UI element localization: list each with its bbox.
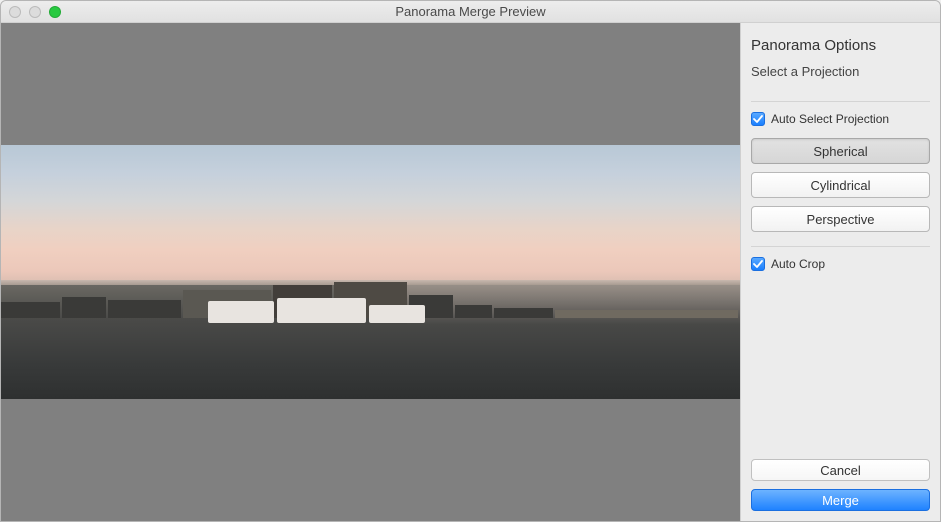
merge-label: Merge: [822, 493, 859, 508]
zoom-window-button[interactable]: [49, 6, 61, 18]
projection-cylindrical-button[interactable]: Cylindrical: [751, 172, 930, 198]
window-title: Panorama Merge Preview: [395, 4, 545, 19]
auto-select-projection-row[interactable]: Auto Select Projection: [751, 112, 930, 126]
auto-crop-row[interactable]: Auto Crop: [751, 257, 930, 271]
projection-label: Spherical: [813, 144, 867, 159]
check-icon: [753, 259, 763, 269]
preview-area: [1, 23, 740, 521]
auto-crop-label: Auto Crop: [771, 257, 825, 271]
merge-button[interactable]: Merge: [751, 489, 930, 511]
panorama-preview-image: [1, 145, 740, 399]
traffic-lights: [9, 6, 61, 18]
divider: [751, 101, 930, 102]
minimize-window-button[interactable]: [29, 6, 41, 18]
auto-crop-checkbox[interactable]: [751, 257, 765, 271]
options-title: Panorama Options: [751, 37, 930, 54]
check-icon: [753, 114, 763, 124]
projection-label: Perspective: [807, 212, 875, 227]
titlebar: Panorama Merge Preview: [1, 1, 940, 23]
divider: [751, 246, 930, 247]
cancel-label: Cancel: [820, 463, 860, 478]
cancel-button[interactable]: Cancel: [751, 459, 930, 481]
close-window-button[interactable]: [9, 6, 21, 18]
options-subtitle: Select a Projection: [751, 64, 930, 79]
projection-label: Cylindrical: [811, 178, 871, 193]
options-sidebar: Panorama Options Select a Projection Aut…: [740, 23, 940, 521]
auto-select-projection-label: Auto Select Projection: [771, 112, 889, 126]
projection-spherical-button[interactable]: Spherical: [751, 138, 930, 164]
auto-select-projection-checkbox[interactable]: [751, 112, 765, 126]
content: Panorama Options Select a Projection Aut…: [1, 23, 940, 521]
projection-perspective-button[interactable]: Perspective: [751, 206, 930, 232]
